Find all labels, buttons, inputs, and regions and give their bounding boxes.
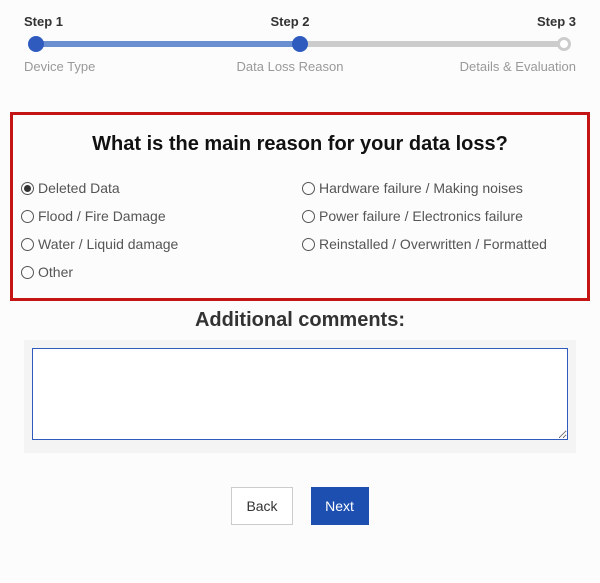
step-dot-1: [28, 36, 44, 52]
option-label: Reinstalled / Overwritten / Formatted: [319, 236, 547, 252]
back-button-label: Back: [246, 498, 277, 514]
comments-textarea[interactable]: [32, 348, 568, 440]
option-label: Hardware failure / Making noises: [319, 180, 523, 196]
wizard-buttons: Back Next: [24, 487, 576, 525]
progress-stepper: Step 1 Step 2 Step 3 Device Type Data Lo…: [24, 14, 576, 84]
step-track: [28, 35, 572, 53]
back-button[interactable]: Back: [231, 487, 292, 525]
reason-option-flood-fire[interactable]: Flood / Fire Damage: [21, 202, 298, 230]
next-button-label: Next: [325, 498, 354, 514]
radio-icon: [21, 266, 34, 279]
radio-icon: [302, 210, 315, 223]
reason-option-reinstalled[interactable]: Reinstalled / Overwritten / Formatted: [302, 230, 579, 258]
next-button[interactable]: Next: [311, 487, 369, 525]
step-titles-row: Step 1 Step 2 Step 3: [24, 14, 576, 29]
comments-container: [24, 340, 576, 453]
option-label: Water / Liquid damage: [38, 236, 178, 252]
option-label: Flood / Fire Damage: [38, 208, 166, 224]
radio-icon: [21, 238, 34, 251]
step-title-3: Step 3: [416, 14, 576, 29]
step-bar-incomplete: [300, 41, 564, 47]
reason-option-deleted-data[interactable]: Deleted Data: [21, 174, 298, 202]
step-bar-complete: [36, 41, 300, 47]
radio-icon: [302, 182, 315, 195]
step-dot-3: [557, 37, 571, 51]
reason-option-power-failure[interactable]: Power failure / Electronics failure: [302, 202, 579, 230]
step-title-2: Step 2: [210, 14, 370, 29]
step-dot-2: [292, 36, 308, 52]
option-label: Other: [38, 264, 73, 280]
step-subtitles-row: Device Type Data Loss Reason Details & E…: [24, 53, 576, 74]
step-subtitle-2: Data Loss Reason: [210, 59, 370, 74]
comments-heading: Additional comments:: [24, 309, 576, 332]
reason-option-hardware-failure[interactable]: Hardware failure / Making noises: [302, 174, 579, 202]
radio-icon: [302, 238, 315, 251]
reason-options-grid: Deleted Data Hardware failure / Making n…: [21, 174, 579, 286]
page-root: Step 1 Step 2 Step 3 Device Type Data Lo…: [0, 0, 600, 583]
option-label: Deleted Data: [38, 180, 120, 196]
radio-icon: [21, 182, 34, 195]
radio-icon: [21, 210, 34, 223]
reason-option-other[interactable]: Other: [21, 258, 298, 286]
option-label: Power failure / Electronics failure: [319, 208, 523, 224]
data-loss-reason-group: What is the main reason for your data lo…: [10, 112, 590, 301]
step-title-1: Step 1: [24, 14, 164, 29]
step-subtitle-3: Details & Evaluation: [416, 59, 576, 74]
step-subtitle-1: Device Type: [24, 59, 164, 74]
question-heading: What is the main reason for your data lo…: [21, 133, 579, 156]
reason-option-water-liquid[interactable]: Water / Liquid damage: [21, 230, 298, 258]
